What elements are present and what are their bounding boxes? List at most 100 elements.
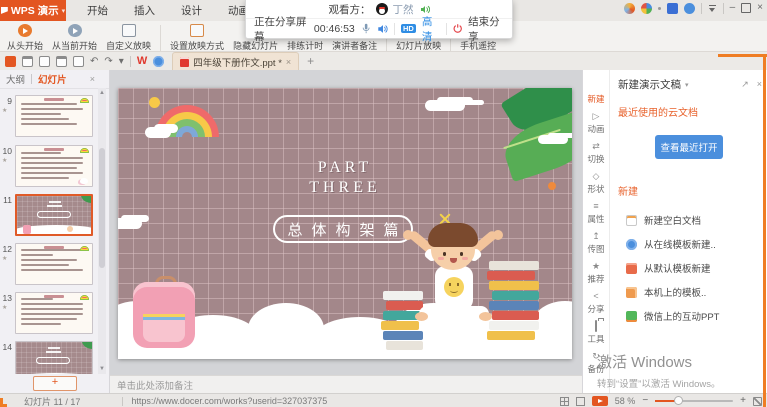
app-logo[interactable]: WPS 演示 ▾ xyxy=(0,0,66,21)
zoom-level: 58 % xyxy=(615,396,636,406)
collapse-ribbon-icon[interactable] xyxy=(708,4,717,13)
animation-icon: ▷ xyxy=(593,112,600,122)
web-icon[interactable] xyxy=(153,56,164,67)
normal-view-icon[interactable] xyxy=(560,397,569,406)
share-border-top-right xyxy=(718,54,767,57)
scrollbar-thumb[interactable] xyxy=(99,148,105,268)
close-pane-icon[interactable]: × xyxy=(757,79,762,90)
pane-tab-tools[interactable]: 工具 xyxy=(587,322,604,345)
member-icon[interactable] xyxy=(641,3,652,14)
rainbow-icon xyxy=(80,148,89,153)
pane-tab-transition[interactable]: ⇄ 切换 xyxy=(587,142,604,165)
speaker-icon[interactable] xyxy=(377,23,388,35)
pane-tab-backup[interactable]: ↻ 备份 xyxy=(587,352,604,375)
notes-bar[interactable]: 单击此处添加备注 xyxy=(110,375,582,393)
slide-thumbnail-13[interactable] xyxy=(15,292,93,334)
help-circle-icon[interactable] xyxy=(684,3,695,14)
play-from-current-icon xyxy=(68,24,82,37)
section-title-textbox[interactable]: 总体构架篇 xyxy=(273,215,413,243)
close-panel-icon[interactable]: × xyxy=(90,74,95,84)
pane-tab-shapes[interactable]: ◇ 形状 xyxy=(587,172,604,195)
document-tab[interactable]: 四年级下册作文.ppt * × xyxy=(172,52,299,71)
tab-design[interactable]: 设计 xyxy=(168,0,215,21)
shapes-icon: ◇ xyxy=(593,172,600,182)
sorter-view-icon[interactable] xyxy=(576,397,585,406)
print-icon[interactable] xyxy=(39,56,50,67)
slide-number: 14 xyxy=(0,342,12,352)
zoom-out-button[interactable]: − xyxy=(642,396,648,406)
local-templates-item[interactable]: 本机上的模板.. xyxy=(610,280,767,304)
save-icon[interactable] xyxy=(22,56,33,67)
minimize-button[interactable]: – xyxy=(730,3,736,13)
close-button[interactable]: × xyxy=(757,3,763,13)
slide-thumbnail-11-selected[interactable] xyxy=(15,194,93,236)
slides-tab[interactable]: 幻灯片 xyxy=(38,72,67,86)
outline-tab[interactable]: 大纲 xyxy=(6,72,25,86)
theme-skin-icon[interactable] xyxy=(624,3,635,14)
tab-insert[interactable]: 插入 xyxy=(121,0,168,21)
new-tab-button[interactable]: + xyxy=(307,54,314,68)
end-share-button[interactable]: 结束分享 xyxy=(468,14,504,44)
rainbow-icon xyxy=(80,295,89,300)
new-from-default-template-item[interactable]: 从默认模板新建 xyxy=(610,256,767,280)
expand-pane-icon[interactable]: ↗ xyxy=(741,79,749,90)
export-icon[interactable] xyxy=(73,56,84,67)
scroll-down-icon[interactable]: ▼ xyxy=(99,366,105,372)
local-template-icon xyxy=(626,287,637,298)
share-border-bottom-left xyxy=(0,398,7,407)
qat-dropdown-icon[interactable]: ▾ xyxy=(119,56,124,67)
wechat-interactive-ppt-item[interactable]: 微信上的互动PPT xyxy=(610,304,767,328)
custom-show-button[interactable]: 自定义放映 xyxy=(106,24,151,52)
slide-thumbnail-14[interactable] xyxy=(15,341,93,374)
pane-tab-properties[interactable]: ≡ 属性 xyxy=(587,202,604,225)
slide-canvas[interactable]: PART THREE 总体构架篇 xyxy=(118,88,572,359)
backup-icon: ↻ xyxy=(592,352,600,362)
slide-thumbnail-9[interactable] xyxy=(15,95,93,137)
close-tab-icon[interactable]: × xyxy=(286,57,291,67)
from-beginning-button[interactable]: 从头开始 xyxy=(7,24,43,52)
pane-tab-share[interactable]: < 分享 xyxy=(587,292,604,315)
undo-icon[interactable]: ↶ xyxy=(90,56,98,67)
zoom-slider[interactable] xyxy=(655,400,733,402)
print-preview-icon[interactable] xyxy=(56,56,67,67)
view-recent-button[interactable]: 查看最近打开 xyxy=(655,135,723,159)
wps-home-icon[interactable] xyxy=(5,56,16,67)
setup-show-icon xyxy=(190,24,204,37)
microphone-icon[interactable] xyxy=(361,22,371,35)
thumbnail-scrollbar[interactable]: ▲ ▼ xyxy=(98,88,106,374)
zoom-in-button[interactable]: + xyxy=(740,396,746,406)
chevron-down-icon[interactable]: ▾ xyxy=(685,81,689,89)
new-blank-doc-item[interactable]: 新建空白文档 xyxy=(610,208,767,232)
zoom-slider-knob[interactable] xyxy=(674,396,683,405)
pane-tab-recommend[interactable]: ★ 推荐 xyxy=(587,262,604,285)
account-square-icon[interactable] xyxy=(667,3,678,14)
animation-star-icon: ★ xyxy=(2,157,7,164)
docer-icon[interactable]: W xyxy=(137,55,147,67)
setup-show-button[interactable]: 设置放映方式 xyxy=(170,24,224,52)
slide-thumbnail-10[interactable] xyxy=(15,145,93,187)
add-slide-row: + xyxy=(0,374,110,393)
redo-icon[interactable]: ↷ xyxy=(104,56,112,67)
from-current-button[interactable]: 从当前开始 xyxy=(52,24,97,52)
restore-button[interactable] xyxy=(741,3,751,13)
hd-badge: HD xyxy=(401,24,416,34)
pane-tab-new[interactable]: 新建 xyxy=(587,82,604,105)
pane-tab-animation[interactable]: ▷ 动画 xyxy=(587,112,604,135)
add-slide-button[interactable]: + xyxy=(33,376,77,391)
hd-quality-label[interactable]: 高清 xyxy=(422,14,440,44)
part-three-textbox[interactable]: PART THREE xyxy=(275,158,415,198)
play-from-start-icon xyxy=(18,24,32,37)
task-pane-tabs: 新建 ▷ 动画 ⇄ 切换 ◇ 形状 ≡ 属性 ↥ 传图 xyxy=(583,70,610,393)
pane-tab-upload-image[interactable]: ↥ 传图 xyxy=(587,232,604,255)
toolbox-icon xyxy=(595,322,597,332)
slide-thumbnail-12[interactable] xyxy=(15,243,93,285)
editing-canvas[interactable]: PART THREE 总体构架篇 xyxy=(110,70,582,375)
fit-to-window-icon[interactable] xyxy=(753,397,762,406)
scroll-up-icon[interactable]: ▲ xyxy=(99,90,105,96)
new-from-online-template-item[interactable]: 从在线模板新建.. xyxy=(610,232,767,256)
tab-home[interactable]: 开始 xyxy=(74,0,121,21)
play-slideshow-button[interactable] xyxy=(592,396,608,406)
slide-number: 10 xyxy=(0,146,12,156)
slide-number: 9 xyxy=(0,96,12,106)
wps-presentation-window: WPS 演示 ▾ 开始 插入 设计 动画 幻灯片放映 – × 从头开始 xyxy=(0,0,767,407)
